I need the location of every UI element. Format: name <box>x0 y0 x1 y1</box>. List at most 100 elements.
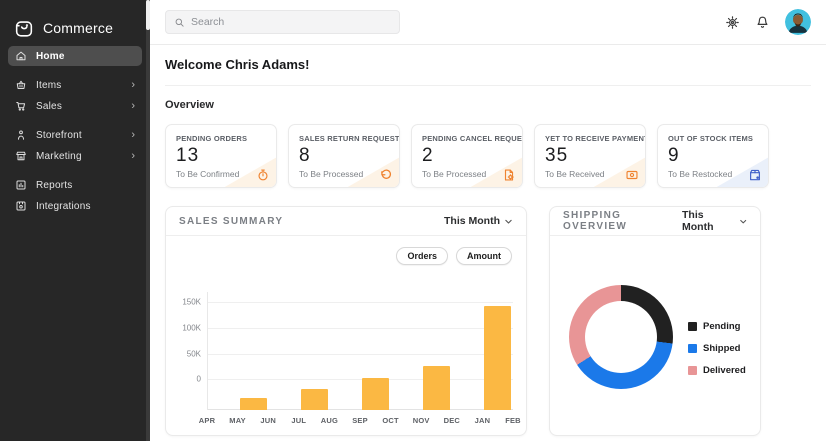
bar-jan-feb[interactable] <box>484 306 511 410</box>
y-axis-tick-label: 100K <box>182 323 201 332</box>
legend-item-delivered[interactable]: Delivered <box>688 365 746 376</box>
legend-swatch <box>688 366 697 375</box>
y-axis-labels: 150K 100K 50K 0 <box>179 292 207 410</box>
basket-icon <box>15 79 27 91</box>
payment-icon <box>625 168 639 182</box>
x-axis-labels: APRMAYJUNJULAUGSEPOCTNOVDECJANFEB <box>207 416 513 426</box>
x-axis-label-aug: AUG <box>321 416 338 425</box>
legend-swatch <box>688 322 697 331</box>
app-logo[interactable]: Commerce <box>0 0 150 44</box>
overview-section-title: Overview <box>165 99 811 111</box>
gridline <box>208 354 513 355</box>
sidebar-item-reports[interactable]: Reports <box>8 175 142 195</box>
x-axis-label-nov: NOV <box>413 416 430 425</box>
charts-row: SALES SUMMARY This Month Orders Amount 15… <box>165 206 811 436</box>
gridline <box>208 328 513 329</box>
stat-card-sales-return-requests[interactable]: SALES RETURN REQUESTS8To Be Processed <box>288 124 400 188</box>
bar-nov-dec[interactable] <box>423 366 450 410</box>
sidebar: Commerce HomeItems›Sales›Storefront›Mark… <box>0 0 150 441</box>
stat-card-value: 13 <box>176 145 266 167</box>
chevron-right-icon: › <box>131 80 135 91</box>
x-axis-label-jun: JUN <box>260 416 276 425</box>
box-icon <box>748 168 762 182</box>
sales-period-dropdown[interactable]: This Month <box>444 215 513 227</box>
search-icon <box>174 17 185 28</box>
sidebar-item-label: Reports <box>36 180 72 191</box>
stat-card-value: 8 <box>299 145 389 167</box>
topbar <box>150 0 826 45</box>
x-axis-label-jul: JUL <box>291 416 306 425</box>
shop-icon <box>15 150 27 162</box>
toggle-amount-button[interactable]: Amount <box>456 247 512 265</box>
search-input[interactable] <box>191 16 391 28</box>
x-axis-label-oct: OCT <box>382 416 398 425</box>
y-axis-tick-label: 150K <box>182 298 201 307</box>
stat-card-label: SALES RETURN REQUESTS <box>299 134 389 143</box>
sidebar-item-label: Items <box>36 80 61 91</box>
shipping-overview-card: SHIPPING OVERVIEW This Month Pending Ship… <box>549 206 761 436</box>
y-axis-tick-label: 50K <box>187 349 201 358</box>
bell-icon[interactable] <box>755 15 770 30</box>
sidebar-item-integrations[interactable]: Integrations <box>8 196 142 216</box>
sidebar-item-items[interactable]: Items › <box>8 75 142 95</box>
search-box[interactable] <box>165 10 400 34</box>
gridline <box>208 302 513 303</box>
legend-item-pending[interactable]: Pending <box>688 321 746 332</box>
stat-card-out-of-stock-items[interactable]: OUT OF STOCK ITEMS9To Be Restocked <box>657 124 769 188</box>
bar-jul-aug[interactable] <box>301 389 328 410</box>
integration-icon <box>15 200 27 212</box>
stat-card-label: PENDING ORDERS <box>176 134 266 143</box>
sales-summary-header: SALES SUMMARY This Month <box>166 207 526 236</box>
divider <box>165 85 811 86</box>
chevron-down-icon <box>739 217 747 226</box>
legend-label: Shipped <box>703 343 740 354</box>
shipping-period-dropdown[interactable]: This Month <box>682 209 747 233</box>
sales-summary-title: SALES SUMMARY <box>179 216 283 227</box>
sales-summary-card: SALES SUMMARY This Month Orders Amount 15… <box>165 206 527 436</box>
stat-card-value: 35 <box>545 145 635 167</box>
sidebar-item-home[interactable]: Home <box>8 46 142 66</box>
bar-chart-plot-area <box>207 292 513 410</box>
stat-card-pending-orders[interactable]: PENDING ORDERS13To Be Confirmed <box>165 124 277 188</box>
y-axis-tick-label: 0 <box>197 375 201 384</box>
bar-chart: 150K 100K 50K 0 <box>179 292 513 410</box>
person-icon <box>15 129 27 141</box>
shipping-legend: Pending Shipped Delivered <box>688 321 746 387</box>
shipping-overview-title: SHIPPING OVERVIEW <box>563 210 682 232</box>
sidebar-item-label: Marketing <box>36 151 82 162</box>
chevron-right-icon: › <box>131 151 135 162</box>
legend-label: Pending <box>703 321 740 332</box>
user-avatar[interactable] <box>785 9 811 35</box>
gear-icon[interactable] <box>725 15 740 30</box>
sidebar-item-label: Storefront <box>36 130 82 141</box>
chevron-right-icon: › <box>131 101 135 112</box>
toggle-orders-button[interactable]: Orders <box>396 247 448 265</box>
x-axis-label-feb: FEB <box>505 416 521 425</box>
stat-card-pending-cancel-requests[interactable]: PENDING CANCEL REQUESTS2To Be Processed <box>411 124 523 188</box>
sidebar-nav: Home Items › Sales › Storefront › Marketing › Rep… <box>0 44 150 216</box>
legend-item-shipped[interactable]: Shipped <box>688 343 746 354</box>
sidebar-item-label: Integrations <box>36 201 91 212</box>
legend-label: Delivered <box>703 365 746 376</box>
shipping-donut-chart <box>569 285 673 389</box>
commerce-bag-logo-icon <box>13 17 35 39</box>
doc-gear-icon <box>502 168 516 182</box>
sidebar-item-label: Home <box>36 51 65 62</box>
bar-may-jun[interactable] <box>240 398 267 410</box>
sidebar-item-marketing[interactable]: Marketing › <box>8 146 142 166</box>
stat-card-label: PENDING CANCEL REQUESTS <box>422 134 512 143</box>
x-axis-label-jan: JAN <box>475 416 491 425</box>
stat-card-yet-to-receive-payments[interactable]: YET TO RECEIVE PAYMENTS35To Be Received <box>534 124 646 188</box>
stat-cards-row: PENDING ORDERS13To Be ConfirmedSALES RET… <box>165 124 811 188</box>
stat-card-label: YET TO RECEIVE PAYMENTS <box>545 134 635 143</box>
bar-sep-oct[interactable] <box>362 378 389 410</box>
report-icon <box>15 179 27 191</box>
chevron-right-icon: › <box>131 130 135 141</box>
sidebar-item-label: Sales <box>36 101 62 112</box>
stat-card-label: OUT OF STOCK ITEMS <box>668 134 758 143</box>
x-axis-label-apr: APR <box>199 416 215 425</box>
sidebar-item-sales[interactable]: Sales › <box>8 96 142 116</box>
sidebar-item-storefront[interactable]: Storefront › <box>8 125 142 145</box>
x-axis-label-sep: SEP <box>352 416 368 425</box>
cart-icon <box>15 100 27 112</box>
